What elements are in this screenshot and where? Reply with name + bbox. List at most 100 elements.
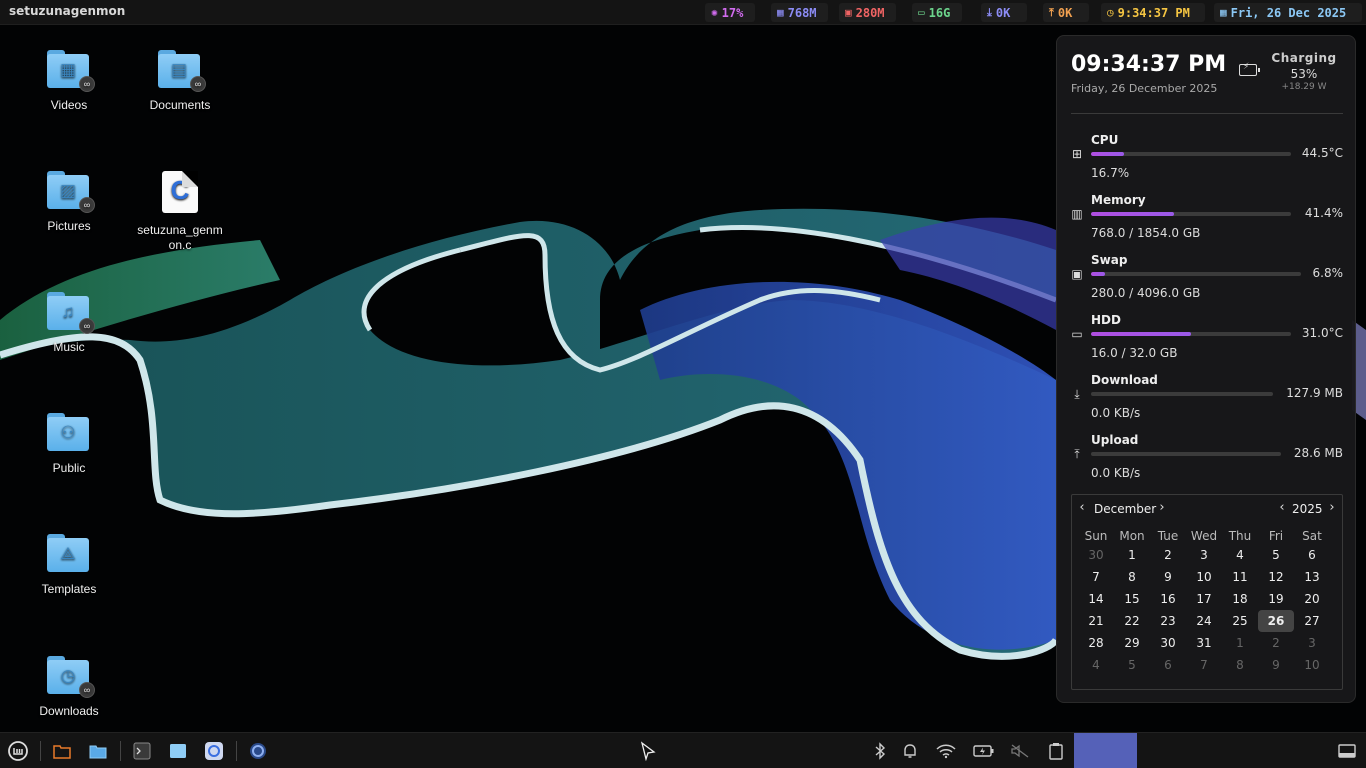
desktop-icon-label: Music: [53, 340, 85, 354]
calendar-day[interactable]: 30: [1078, 544, 1114, 566]
metric-name: Swap: [1091, 253, 1128, 267]
calendar-day[interactable]: 22: [1114, 610, 1150, 632]
upload-value: 0K: [1057, 5, 1073, 20]
desktop-icon-pictures[interactable]: ▨ ∞ Pictures: [19, 171, 119, 233]
calendar-day[interactable]: 21: [1078, 610, 1114, 632]
metric-upload: ⤒ Upload 28.6 MB 0.0 KB/s: [1057, 433, 1357, 489]
hdd-indicator[interactable]: ▭ 16G: [912, 3, 962, 22]
desktop-icon-documents[interactable]: ▤ ∞ Documents: [130, 50, 230, 112]
calendar-day[interactable]: 3: [1186, 544, 1222, 566]
calendar-weekday: Mon: [1119, 529, 1145, 543]
terminal-launcher-icon[interactable]: [128, 733, 156, 768]
calendar-day[interactable]: 28: [1078, 632, 1114, 654]
templates-folder-icon: ⟁: [47, 534, 91, 572]
calendar-day[interactable]: 23: [1150, 610, 1186, 632]
swap-indicator[interactable]: ▣ 280M: [839, 3, 896, 22]
calendar-day[interactable]: 6: [1294, 544, 1330, 566]
next-year-chevron-icon[interactable]: ›: [1327, 500, 1337, 515]
download-indicator[interactable]: ⤓ 0K: [981, 3, 1027, 22]
desktop-icon-music[interactable]: ♫ ∞ Music: [19, 292, 119, 354]
battery-icon[interactable]: [970, 733, 998, 768]
calendar-day[interactable]: 10: [1186, 566, 1222, 588]
notifications-icon[interactable]: [896, 733, 924, 768]
calendar-day[interactable]: 31: [1186, 632, 1222, 654]
cpu-icon: ⊞: [1071, 147, 1083, 161]
calendar-day[interactable]: 5: [1258, 544, 1294, 566]
mint-menu-icon[interactable]: [4, 733, 32, 768]
calendar-day[interactable]: 16: [1150, 588, 1186, 610]
metric-bar: [1091, 272, 1301, 276]
files-launcher-icon[interactable]: [48, 733, 76, 768]
calendar-day[interactable]: 18: [1222, 588, 1258, 610]
calendar-day[interactable]: 9: [1150, 566, 1186, 588]
calendar-day[interactable]: 8: [1222, 654, 1258, 676]
calendar-day[interactable]: 19: [1258, 588, 1294, 610]
calendar-day[interactable]: 29: [1114, 632, 1150, 654]
metric-swap: ▣ Swap 6.8% 280.0 / 4096.0 GB: [1057, 253, 1357, 309]
separator: [120, 741, 121, 761]
prev-year-chevron-icon[interactable]: ‹: [1277, 500, 1287, 515]
desktop-icon-label: Public: [52, 461, 86, 475]
calendar-day[interactable]: 4: [1222, 544, 1258, 566]
swap-icon: ▣: [845, 6, 852, 19]
running-app-icon[interactable]: [244, 733, 272, 768]
upload-indicator[interactable]: ⤒ 0K: [1043, 3, 1089, 22]
calendar-day[interactable]: 4: [1078, 654, 1114, 676]
calendar-day[interactable]: 12: [1258, 566, 1294, 588]
calendar-day[interactable]: 30: [1150, 632, 1186, 654]
calendar-day[interactable]: 15: [1114, 588, 1150, 610]
desktop-icon-videos[interactable]: ▦ ∞ Videos: [19, 50, 119, 112]
calendar-day[interactable]: 14: [1078, 588, 1114, 610]
calendar-day[interactable]: 7: [1078, 566, 1114, 588]
calendar-day[interactable]: 10: [1294, 654, 1330, 676]
date-indicator[interactable]: ▦ Fri, 26 Dec 2025: [1214, 3, 1362, 22]
desktop-icon-downloads[interactable]: ◷ ∞ Downloads: [19, 656, 119, 718]
calendar-day[interactable]: 20: [1294, 588, 1330, 610]
calendar-day[interactable]: 8: [1114, 566, 1150, 588]
metric-bar-fill: [1091, 272, 1106, 276]
wifi-icon[interactable]: [932, 733, 960, 768]
calendar-icon: ▦: [1220, 6, 1227, 19]
calendar-day[interactable]: 2: [1150, 544, 1186, 566]
separator: [236, 741, 237, 761]
bluetooth-icon[interactable]: [866, 733, 894, 768]
next-month-chevron-icon[interactable]: ›: [1157, 500, 1167, 515]
desktop-icon-public[interactable]: ⚇ Public: [19, 413, 119, 475]
browser-launcher-icon[interactable]: [200, 733, 228, 768]
metric-bar-fill: [1091, 332, 1191, 336]
calendar-day[interactable]: 7: [1186, 654, 1222, 676]
public-folder-icon: ⚇: [47, 413, 91, 451]
calendar-day[interactable]: 27: [1294, 610, 1330, 632]
folder-launcher-icon[interactable]: [84, 733, 112, 768]
calendar-day[interactable]: 6: [1150, 654, 1186, 676]
genmon-title[interactable]: setuzunagenmon: [9, 4, 125, 18]
calendar-day[interactable]: 2: [1258, 632, 1294, 654]
time-indicator[interactable]: ◷ 9:34:37 PM: [1101, 3, 1205, 22]
metric-name: HDD: [1091, 313, 1121, 327]
desktop-icon-c-file[interactable]: C setuzuna_genmon.c: [130, 171, 230, 253]
metric-right-value: 31.0°C: [1301, 326, 1343, 340]
calendar-day[interactable]: 5: [1114, 654, 1150, 676]
memory-icon: ▥: [1071, 207, 1083, 221]
volume-muted-icon[interactable]: [1006, 733, 1034, 768]
calendar-day[interactable]: 1: [1222, 632, 1258, 654]
file-manager-launcher-icon[interactable]: [164, 733, 192, 768]
calendar-day[interactable]: 25: [1222, 610, 1258, 632]
calendar-day[interactable]: 1: [1114, 544, 1150, 566]
calendar-day[interactable]: 13: [1294, 566, 1330, 588]
metric-name: Memory: [1091, 193, 1146, 207]
show-desktop-icon[interactable]: [1333, 733, 1361, 768]
desktop-icon-templates[interactable]: ⟁ Templates: [19, 534, 119, 596]
clipboard-icon[interactable]: [1042, 733, 1070, 768]
active-workspace-indicator[interactable]: [1074, 733, 1137, 768]
calendar-day[interactable]: 9: [1258, 654, 1294, 676]
memory-indicator[interactable]: ▦ 768M: [771, 3, 828, 22]
calendar-day[interactable]: 17: [1186, 588, 1222, 610]
calendar-day[interactable]: 11: [1222, 566, 1258, 588]
cpu-indicator[interactable]: ✺ 17%: [705, 3, 755, 22]
link-badge-icon: ∞: [79, 197, 95, 213]
calendar-day[interactable]: 3: [1294, 632, 1330, 654]
calendar-day[interactable]: 26: [1258, 610, 1294, 632]
calendar-day[interactable]: 24: [1186, 610, 1222, 632]
prev-month-chevron-icon[interactable]: ‹: [1077, 500, 1087, 515]
